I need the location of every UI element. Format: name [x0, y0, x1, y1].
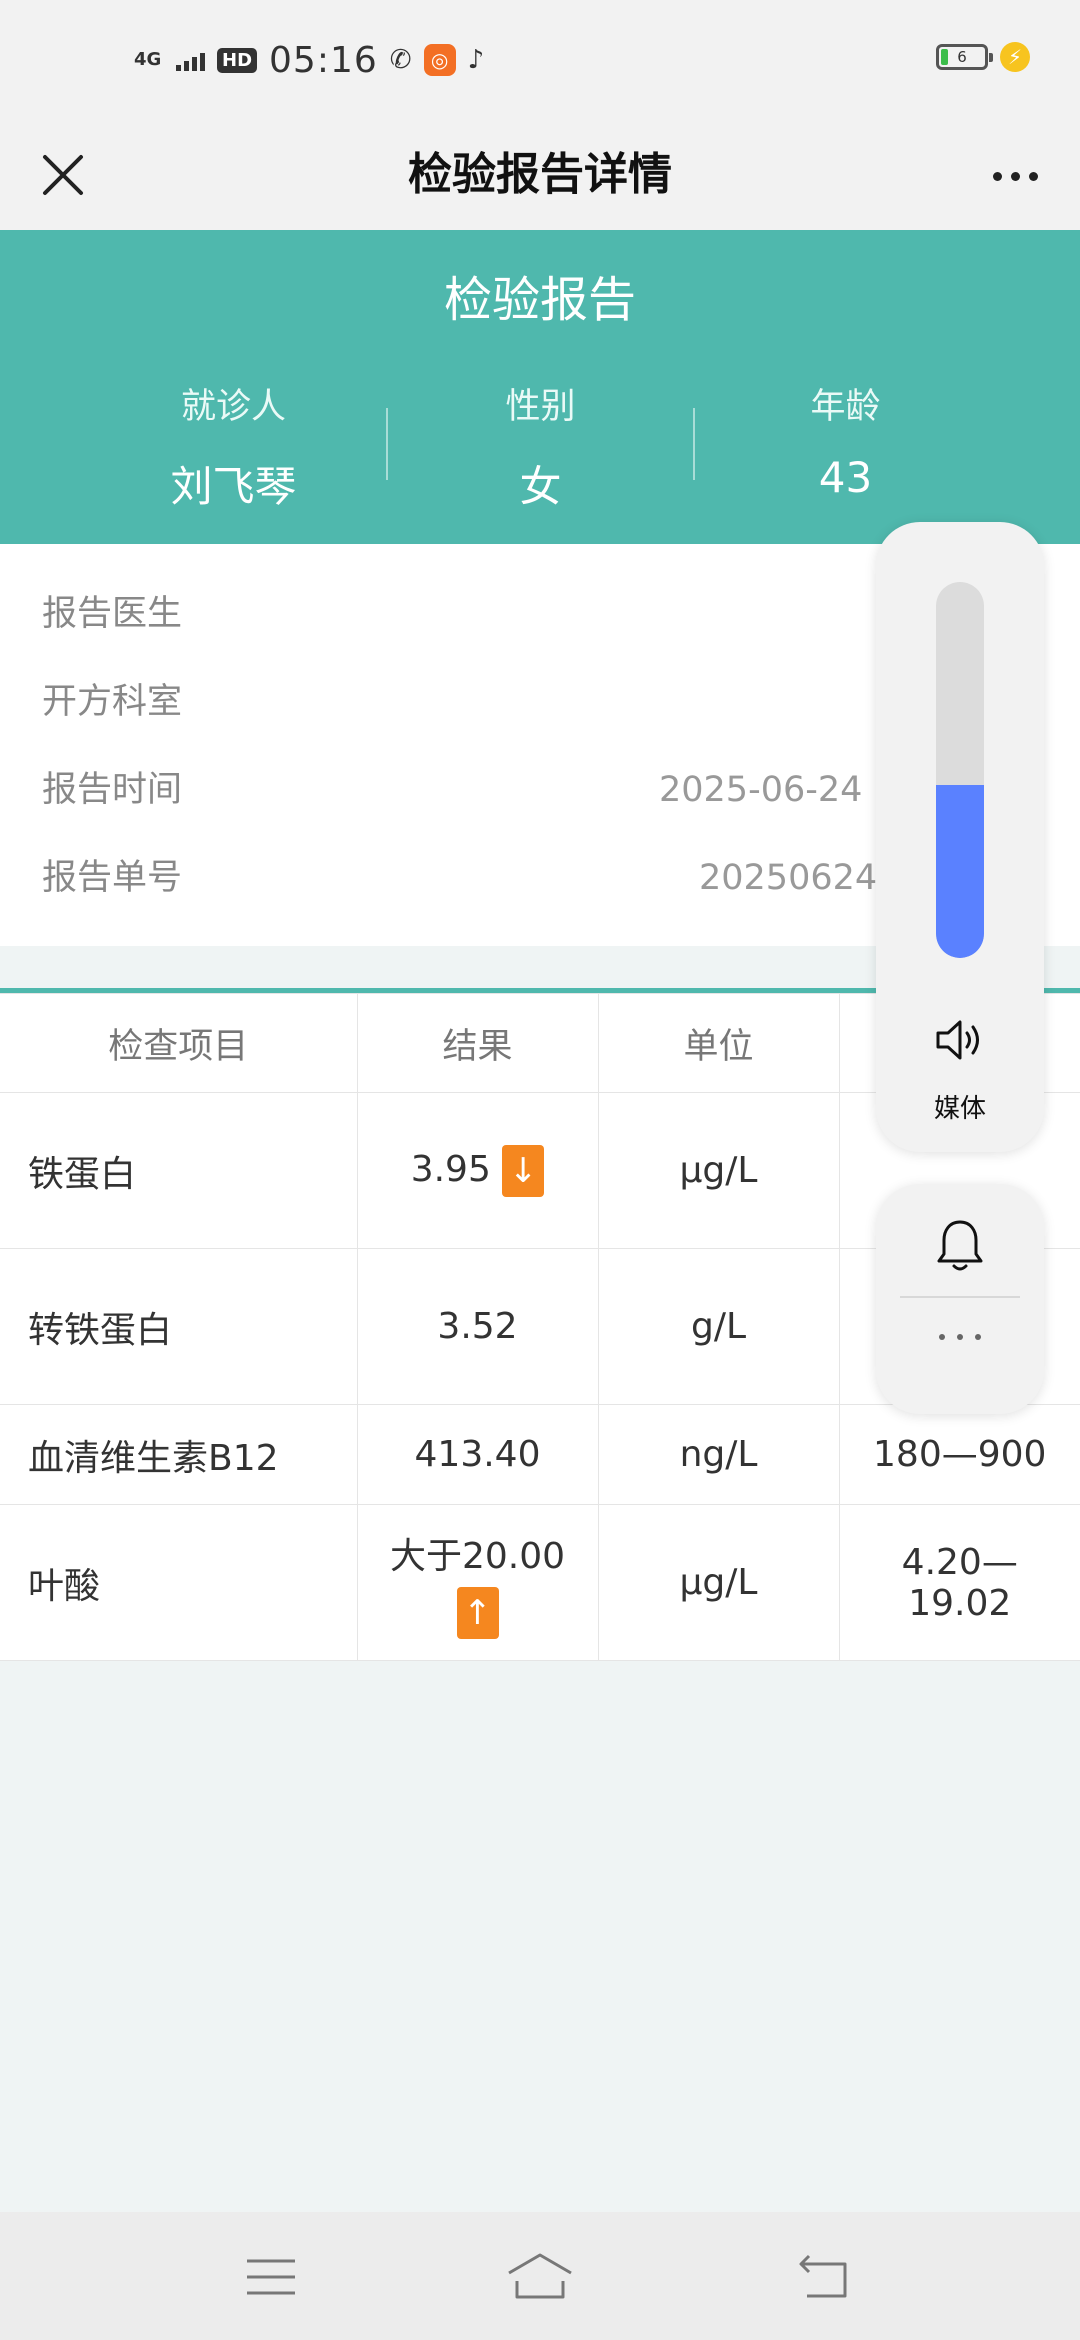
- gender-label: 性别: [505, 387, 576, 427]
- menu-button[interactable]: [236, 2242, 306, 2312]
- more-dot: [1010, 171, 1020, 181]
- age-column: 年龄 43: [692, 378, 999, 502]
- column-header-item: 检查项目: [0, 993, 358, 1093]
- panel-divider: [900, 1296, 1020, 1298]
- volume-panel: 媒体: [876, 522, 1044, 1152]
- gender-column: 性别 女: [387, 378, 694, 514]
- item-name: 叶酸: [0, 1504, 358, 1661]
- network-type: 4G: [134, 49, 162, 70]
- volume-slider-fill: [936, 785, 984, 958]
- table-row: 叶酸 大于20.00 ↑ µg/L 4.20—19.02: [0, 1504, 1080, 1661]
- speaker-icon[interactable]: [932, 1012, 988, 1068]
- more-dot: [939, 1334, 945, 1340]
- table-row: 血清维生素B12 413.40 ng/L 180—900: [0, 1404, 1080, 1505]
- clock: 05:16: [269, 39, 378, 81]
- more-dot: [975, 1334, 981, 1340]
- call-icon: ✆: [389, 45, 412, 75]
- speaker-icon-graphic: [936, 1020, 979, 1060]
- item-name: 铁蛋白: [0, 1092, 358, 1249]
- item-unit: µg/L: [597, 1504, 840, 1661]
- more-button[interactable]: [980, 148, 1050, 204]
- dept-label: 开方科室: [42, 682, 183, 722]
- doctor-label: 报告医生: [42, 594, 183, 634]
- tiktok-icon: ♪: [467, 45, 485, 75]
- patient-value: 刘飞琴: [170, 462, 297, 511]
- hd-badge: HD: [217, 47, 258, 73]
- low-flag-icon: ↓: [502, 1144, 545, 1197]
- time-value: 2025-06-24: [659, 770, 863, 810]
- home-icon: [508, 2253, 572, 2299]
- home-button[interactable]: [505, 2242, 575, 2312]
- number-label: 报告单号: [42, 858, 183, 898]
- gender-value: 女: [519, 462, 562, 511]
- status-bar: 4G HD 05:16 ✆ ◎ ♪ 6 ⚡: [0, 0, 1080, 120]
- item-unit: g/L: [597, 1248, 840, 1405]
- battery-icon: 6: [936, 44, 993, 70]
- item-result: 大于20.00 ↑: [356, 1504, 599, 1661]
- age-value: 43: [818, 453, 873, 502]
- item-range: 180—900: [838, 1404, 1080, 1505]
- result-value: 大于20.00: [389, 1535, 566, 1577]
- menu-icon: [247, 2259, 295, 2295]
- notification-panel: [876, 1184, 1044, 1414]
- item-name: 转铁蛋白: [0, 1248, 358, 1405]
- report-title: 检验报告: [443, 272, 636, 328]
- report-header: 检验报告 就诊人 刘飞琴 性别 女 年龄 43: [0, 230, 1080, 544]
- bell-icon-graphic: [937, 1220, 983, 1271]
- close-button[interactable]: [30, 142, 96, 208]
- item-result: 3.52: [356, 1248, 599, 1405]
- status-left: 4G HD 05:16 ✆ ◎ ♪: [134, 34, 484, 86]
- patient-column: 就诊人 刘飞琴: [80, 378, 387, 514]
- time-label: 报告时间: [42, 770, 183, 810]
- battery-level: 6: [957, 48, 967, 66]
- result-value: 3.95: [410, 1148, 491, 1190]
- status-right: 6 ⚡: [936, 42, 1030, 72]
- column-header-unit: 单位: [597, 993, 840, 1093]
- item-unit: ng/L: [597, 1404, 840, 1505]
- back-icon: [799, 2254, 847, 2298]
- number-value: 20250624: [699, 858, 878, 898]
- signal-icon: [176, 49, 205, 71]
- media-label: 媒体: [933, 1094, 986, 1124]
- volume-slider[interactable]: [936, 582, 984, 958]
- age-label: 年龄: [810, 387, 881, 427]
- item-unit: µg/L: [597, 1092, 840, 1249]
- charging-icon: ⚡: [1000, 42, 1030, 72]
- item-name: 血清维生素B12: [0, 1404, 358, 1505]
- bell-icon[interactable]: [932, 1216, 988, 1276]
- patient-label: 就诊人: [180, 387, 286, 427]
- back-button[interactable]: [788, 2242, 858, 2312]
- page-title: 检验报告详情: [408, 149, 672, 200]
- column-header-result: 结果: [356, 993, 599, 1093]
- system-nav-bar: [0, 2212, 1080, 2340]
- more-dot: [957, 1334, 963, 1340]
- item-range: 4.20—19.02: [838, 1504, 1080, 1661]
- more-dot: [1028, 171, 1038, 181]
- close-icon: [43, 155, 83, 195]
- panel-more-button[interactable]: [876, 1334, 1044, 1340]
- high-flag-icon: ↑: [456, 1586, 499, 1639]
- item-result: 413.40: [356, 1404, 599, 1505]
- app-icon: ◎: [423, 44, 456, 76]
- more-dot: [992, 171, 1002, 181]
- result-flag-wrap: ↑: [359, 1586, 597, 1639]
- item-result: 3.95 ↓: [356, 1092, 599, 1249]
- nav-bar: 检验报告详情: [0, 120, 1080, 230]
